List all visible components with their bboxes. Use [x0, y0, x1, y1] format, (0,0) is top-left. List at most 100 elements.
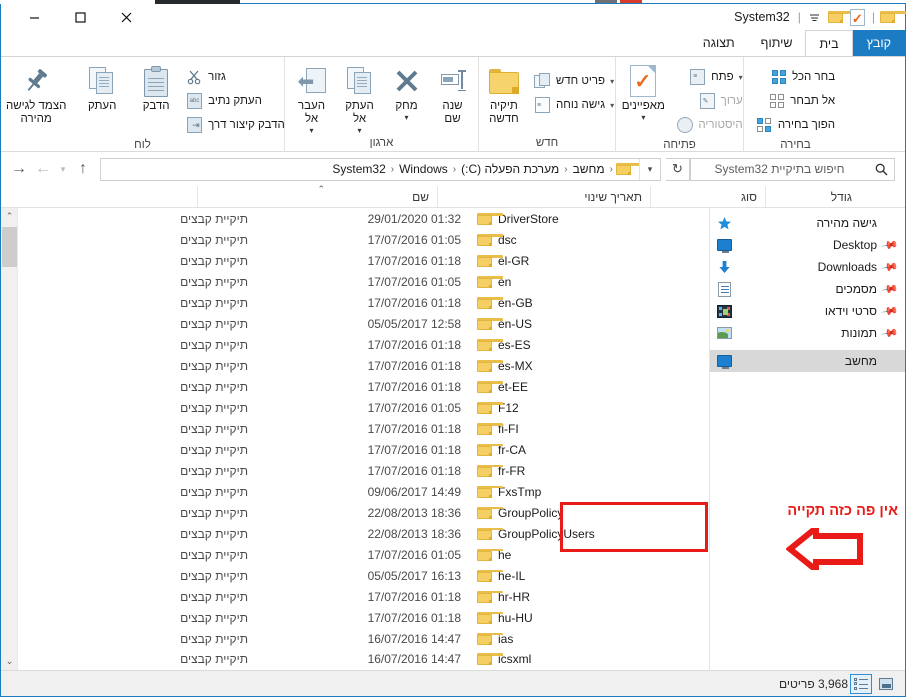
table-row[interactable]: GroupPolicyUsers 22/08/2013 18:36 תיקיית ק… [18, 523, 709, 544]
table-row[interactable]: en 17/07/2016 01:05 תיקיית קבצים [18, 272, 709, 293]
minimize-button[interactable] [11, 5, 57, 30]
file-type-cell: תיקיית קבצים [180, 401, 248, 416]
sidebar-item-desktop[interactable]: 📌 Desktop [710, 234, 905, 256]
annotation-arrow-icon [785, 521, 864, 577]
table-row[interactable]: es-ES 17/07/2016 01:18 תיקיית קבצים [18, 335, 709, 356]
select-all-button[interactable]: בחר הכל [753, 65, 838, 89]
table-row[interactable]: en-US 05/05/2017 12:58 תיקיית קבצים [18, 314, 709, 335]
copy-to-button[interactable]: העתק אל ▾ [336, 61, 384, 135]
table-row[interactable]: et-EE 17/07/2016 01:18 תיקיית קבצים [18, 377, 709, 398]
file-date-cell: 22/08/2013 18:36 [367, 526, 461, 541]
delete-button[interactable]: מחק ▾ [384, 61, 430, 122]
new-item-button[interactable]: ▾ פריט חדש [531, 69, 617, 93]
scrollbar-thumb[interactable] [2, 227, 17, 267]
breadcrumb-item-computer[interactable]: מחשב [569, 162, 609, 176]
breadcrumb-item-system32[interactable]: System32 [328, 162, 389, 176]
edit-button[interactable]: ערוך ✎ [673, 89, 745, 113]
scroll-down-button[interactable]: ⌄ [1, 653, 18, 670]
table-row[interactable]: ias 16/07/2016 14:47 תיקיית קבצים [18, 628, 709, 649]
select-none-button[interactable]: אל תבחר [753, 89, 838, 113]
sidebar-item-quick-access[interactable]: גישה מהירה [710, 212, 905, 234]
column-header-size[interactable]: גודל [765, 186, 860, 207]
sidebar-item-label: Downloads [817, 260, 877, 274]
table-row[interactable]: hr-HR 17/07/2016 01:18 תיקיית קבצים [18, 586, 709, 607]
qat-properties-icon[interactable]: ✓ [849, 8, 867, 26]
file-list[interactable]: DriverStore 29/01/2020 01:32 תיקיית קבצים d… [1, 208, 709, 670]
recent-locations-button[interactable]: ▾ [55, 157, 71, 181]
file-explorer-window: System32 | ✓ | ? ⌃ [0, 0, 906, 697]
search-box[interactable]: חיפוש בתיקיית System32 [690, 157, 895, 181]
table-row[interactable]: fi-FI 17/07/2016 01:18 תיקיית קבצים [18, 419, 709, 440]
sidebar-item-computer[interactable]: מחשב [710, 350, 905, 372]
refresh-button[interactable]: ↻ [666, 157, 690, 181]
table-row[interactable]: dsc 17/07/2016 01:05 תיקיית קבצים [18, 230, 709, 251]
cut-button[interactable]: גזור [183, 65, 288, 89]
breadcrumb-bar[interactable]: ▾ ‹ מחשב ‹ מערכת הפעלה (C:) ‹ Windows ‹ … [100, 157, 661, 181]
column-header-name[interactable]: ⌃ שם [197, 184, 437, 207]
table-row[interactable]: fr-CA 17/07/2016 01:18 תיקיית קבצים [18, 439, 709, 460]
up-button[interactable]: ↑ [71, 157, 95, 181]
invert-selection-button[interactable]: הפוך בחירה [753, 113, 838, 137]
folder-icon [477, 464, 503, 477]
table-row[interactable]: he-IL 05/05/2017 16:13 תיקיית קבצים [18, 565, 709, 586]
ribbon: בחר הכל אל תבחר הפוך בחירה בחירה ▾ פתח ≡… [1, 56, 905, 152]
table-row[interactable]: DriverStore 29/01/2020 01:32 תיקיית קבצים [18, 209, 709, 230]
quick-access-star-icon [716, 215, 733, 231]
table-row[interactable]: el-GR 17/07/2016 01:18 תיקיית קבצים [18, 251, 709, 272]
customize-qat-button[interactable] [806, 9, 823, 26]
sidebar-item-label: מחשב [844, 354, 877, 368]
properties-button[interactable]: ✓ מאפיינים ▾ [613, 61, 673, 122]
close-button[interactable] [103, 5, 149, 30]
table-row[interactable]: GroupPolicy 22/08/2013 18:36 תיקיית קבצים [18, 502, 709, 523]
videos-icon [716, 303, 733, 319]
table-row[interactable]: he 17/07/2016 01:05 תיקיית קבצים [18, 544, 709, 565]
breadcrumb-item-drive[interactable]: מערכת הפעלה (C:) [457, 162, 563, 176]
sidebar-item-videos[interactable]: 📌 סרטי וידאו [710, 300, 905, 322]
column-header-type[interactable]: סוג [650, 186, 765, 207]
table-row[interactable]: FxsTmp 09/06/2017 14:49 תיקיית קבצים [18, 481, 709, 502]
folder-icon [477, 318, 503, 331]
copy-path-button[interactable]: העתק נתיב abc [183, 89, 288, 113]
tab-share[interactable]: שיתוף [748, 30, 806, 56]
qat-folder-icon[interactable] [827, 9, 854, 26]
move-to-button[interactable]: ⬅ העבר אל ▾ [288, 61, 336, 135]
vertical-scrollbar[interactable]: ⌃ ⌄ [1, 208, 18, 670]
history-button[interactable]: היסטוריה [673, 113, 745, 137]
tab-view[interactable]: תצוגה [690, 30, 748, 56]
easy-access-button[interactable]: ▾ גישה נוחה ≡ [531, 93, 617, 117]
table-row[interactable]: en-GB 17/07/2016 01:18 תיקיית קבצים [18, 293, 709, 314]
back-button[interactable]: → [7, 157, 31, 181]
table-row[interactable]: icsxml 16/07/2016 14:47 תיקיית קבצים [18, 649, 709, 670]
qat-folder-icon-2[interactable] [880, 9, 906, 26]
rename-button[interactable]: שנה שם [430, 61, 476, 126]
file-name-cell: FxsTmp [469, 485, 709, 499]
pin-to-quick-access-button[interactable]: הצמד לגישה מהירה [0, 61, 75, 126]
copy-button[interactable]: העתק [75, 61, 129, 113]
open-icon: ≡ [689, 69, 706, 86]
file-name-label: en-US [498, 317, 533, 332]
table-row[interactable]: es-MX 17/07/2016 01:18 תיקיית קבצים [18, 356, 709, 377]
forward-button[interactable]: ← [31, 157, 55, 181]
pin-icon: 📌 [880, 302, 899, 321]
breadcrumb-history-dropdown[interactable]: ▾ [639, 158, 660, 180]
sidebar-item-pictures[interactable]: 📌 תמונות [710, 322, 905, 344]
copy-to-icon [346, 64, 373, 98]
column-header-date[interactable]: תאריך שינוי [437, 186, 650, 207]
sidebar-item-documents[interactable]: 📌 מסמכים [710, 278, 905, 300]
sidebar-item-downloads[interactable]: 📌 Downloads [710, 256, 905, 278]
scroll-up-button[interactable]: ⌃ [1, 208, 18, 225]
paste-shortcut-button[interactable]: הדבק קיצור דרך ⇥ [183, 113, 288, 137]
maximize-button[interactable] [57, 5, 103, 30]
details-view-button[interactable] [850, 673, 872, 694]
open-button[interactable]: ▾ פתח ≡ [673, 65, 745, 89]
tab-home[interactable]: בית [805, 30, 853, 56]
table-row[interactable]: hu-HU 17/07/2016 01:18 תיקיית קבצים [18, 607, 709, 628]
tab-file[interactable]: קובץ [852, 30, 905, 56]
table-row[interactable]: F12 17/07/2016 01:05 תיקיית קבצים [18, 398, 709, 419]
tiles-view-button[interactable] [875, 674, 897, 694]
file-name-cell: en-US [469, 317, 709, 331]
breadcrumb-item-windows[interactable]: Windows [395, 162, 452, 176]
new-folder-button[interactable]: תיקיה חדשה [477, 61, 531, 126]
paste-button[interactable]: הדבק [129, 61, 183, 113]
table-row[interactable]: fr-FR 17/07/2016 01:18 תיקיית קבצים [18, 460, 709, 481]
